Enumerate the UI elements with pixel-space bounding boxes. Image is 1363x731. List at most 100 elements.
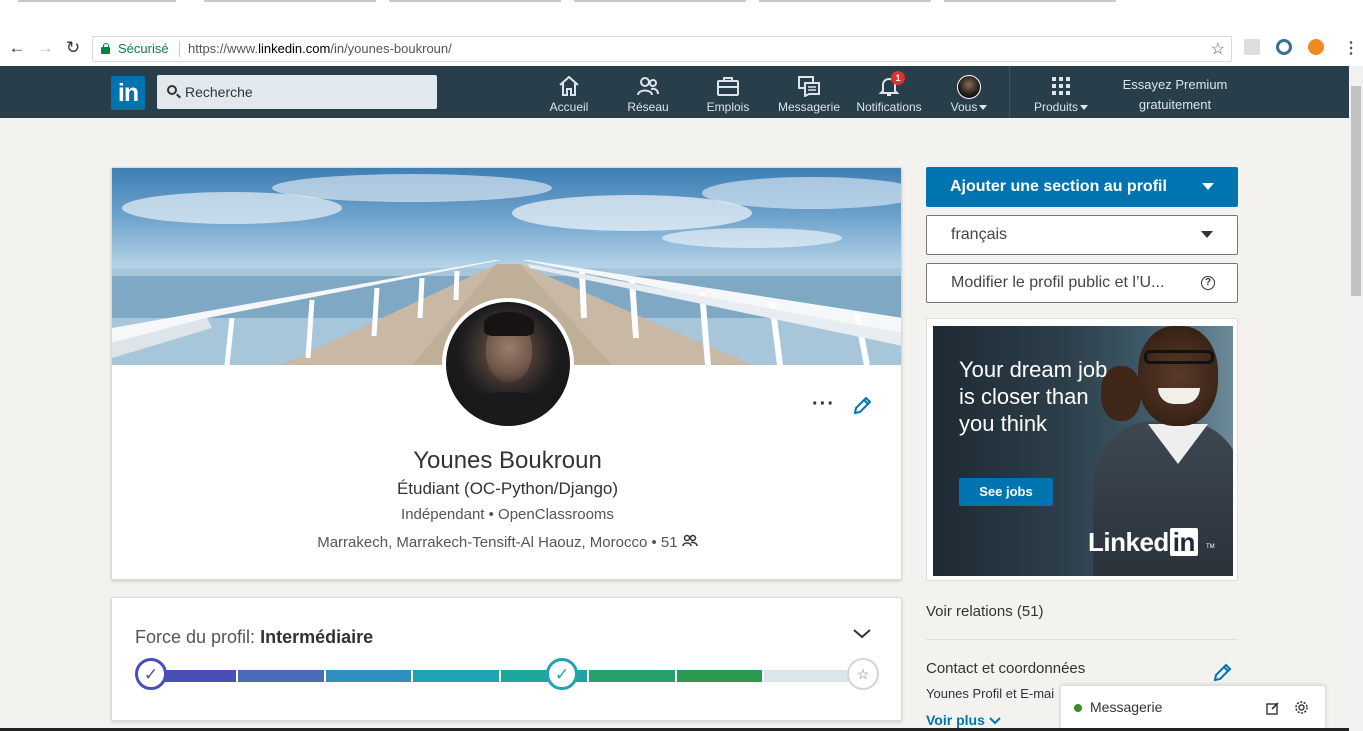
strength-meter bbox=[150, 670, 850, 682]
briefcase-icon bbox=[716, 75, 740, 97]
pdf-extension-icon[interactable] bbox=[1244, 39, 1260, 55]
url-field[interactable]: Sécurisé https://www.linkedin.com/in/you… bbox=[92, 36, 1232, 62]
strength-meter-segment bbox=[325, 670, 412, 682]
caret-down-icon bbox=[979, 105, 988, 111]
forward-arrow-icon[interactable]: → bbox=[34, 37, 56, 59]
browser-tab[interactable] bbox=[18, 0, 176, 2]
strength-title: Force du profil: Intermédiaire bbox=[135, 627, 374, 647]
search-icon bbox=[167, 85, 177, 95]
nav-label: Accueil bbox=[549, 100, 589, 114]
browser-tab[interactable] bbox=[389, 0, 561, 2]
nav-item-messaging[interactable]: Messagerie bbox=[774, 66, 844, 118]
edit-public-profile-button[interactable]: Modifier le profil public et l’U... ? bbox=[926, 263, 1238, 303]
browser-tab[interactable] bbox=[759, 0, 931, 2]
online-status-dot bbox=[1074, 704, 1082, 712]
lock-icon bbox=[101, 43, 110, 54]
nav-item-me[interactable]: Vous bbox=[942, 66, 996, 118]
strength-meter-segment bbox=[676, 670, 763, 682]
chevron-down-icon[interactable] bbox=[852, 628, 872, 640]
premium-line1: Essayez Premium bbox=[1122, 77, 1228, 92]
contact-info-title: Contact et coordonnées bbox=[926, 660, 1086, 677]
url-separator bbox=[179, 41, 180, 57]
avatar-icon bbox=[957, 75, 981, 99]
browser-tab[interactable] bbox=[944, 0, 1116, 2]
nav-label: Réseau bbox=[627, 100, 669, 114]
help-icon[interactable]: ? bbox=[1201, 276, 1215, 290]
location-text: Marrakech, Marrakech-Tensift-Al Haouz, M… bbox=[317, 534, 678, 551]
orange-extension-icon[interactable] bbox=[1308, 39, 1324, 55]
connections-icon[interactable] bbox=[682, 534, 698, 548]
premium-link[interactable]: Essayez Premium gratuitement bbox=[1110, 75, 1240, 115]
scrollbar-thumb[interactable] bbox=[1351, 86, 1361, 296]
dropdown-caret-icon bbox=[1202, 183, 1214, 190]
strength-goal-star-icon: ☆ bbox=[847, 658, 879, 690]
language-select[interactable]: français bbox=[926, 215, 1238, 255]
strength-meter-segment bbox=[764, 670, 850, 682]
browser-tab[interactable] bbox=[574, 0, 746, 2]
browser-tab[interactable] bbox=[204, 0, 376, 2]
nav-item-jobs[interactable]: Emplois bbox=[700, 66, 756, 118]
chevron-down-icon bbox=[989, 717, 1001, 725]
see-more-link[interactable]: Voir plus bbox=[926, 712, 1001, 728]
language-label: français bbox=[951, 226, 1008, 243]
messaging-bar[interactable]: Messagerie bbox=[1060, 685, 1326, 731]
strength-meter-segment bbox=[588, 670, 675, 682]
more-options-icon[interactable]: ··· bbox=[812, 393, 835, 416]
nav-label: Emplois bbox=[706, 100, 750, 114]
notification-badge: 1 bbox=[891, 71, 905, 85]
linkedin-logo[interactable]: in bbox=[111, 76, 145, 110]
url-text: https://www.linkedin.com/in/younes-boukr… bbox=[188, 41, 452, 56]
profile-name: Younes Boukroun bbox=[413, 447, 602, 474]
nav-label: Messagerie bbox=[777, 100, 841, 114]
see-jobs-button[interactable]: See jobs bbox=[959, 478, 1053, 506]
edit-pencil-icon[interactable] bbox=[852, 396, 872, 416]
add-profile-section-button[interactable]: Ajouter une section au profil bbox=[926, 167, 1238, 207]
browser-menu-icon[interactable]: ⋮ bbox=[1343, 38, 1359, 58]
eye-extension-icon[interactable] bbox=[1276, 39, 1292, 55]
page-scrollbar[interactable] bbox=[1349, 66, 1363, 731]
strength-start-check-icon: ✓ bbox=[135, 658, 167, 690]
settings-gear-icon[interactable] bbox=[1294, 700, 1309, 715]
profile-work[interactable]: Indépendant • OpenClassrooms bbox=[112, 506, 901, 523]
search-placeholder: Recherche bbox=[185, 84, 253, 100]
linkedin-nav-bar: in Recherche Accueil Réseau Emplois Mess… bbox=[0, 66, 1349, 118]
nav-item-notifications[interactable]: 1 Notifications bbox=[852, 66, 926, 118]
nav-label: Notifications bbox=[856, 100, 922, 114]
secure-label: Sécurisé bbox=[118, 41, 169, 56]
view-connections-link[interactable]: Voir relations (51) bbox=[926, 603, 1044, 620]
strength-level: Intermédiaire bbox=[260, 627, 374, 647]
ad-container: Your dream job is closer than you think … bbox=[926, 318, 1238, 581]
ad-headline: Your dream job is closer than you think bbox=[959, 357, 1108, 436]
bookmark-star-icon[interactable]: ☆ bbox=[1211, 39, 1225, 59]
trademark-label: TM bbox=[1206, 544, 1215, 550]
job-ad-banner[interactable]: Your dream job is closer than you think … bbox=[933, 326, 1233, 576]
rail-divider bbox=[926, 639, 1238, 640]
bell-icon: 1 bbox=[877, 71, 905, 97]
profile-location: Marrakech, Marrakech-Tensift-Al Haouz, M… bbox=[112, 534, 901, 551]
grid-icon bbox=[1049, 75, 1073, 97]
back-arrow-icon[interactable]: ← bbox=[6, 37, 28, 59]
compose-icon[interactable] bbox=[1266, 701, 1280, 715]
profile-top-card: ··· Younes Boukroun Étudiant (OC-Python/… bbox=[111, 167, 902, 580]
browser-address-bar: ← → ↻ Sécurisé https://www.linkedin.com/… bbox=[0, 32, 1363, 66]
dropdown-caret-icon bbox=[1201, 231, 1213, 238]
add-section-label: Ajouter une section au profil bbox=[950, 178, 1167, 195]
edit-contact-pencil-icon[interactable] bbox=[1212, 663, 1232, 683]
profile-photo[interactable] bbox=[442, 298, 574, 430]
linkedin-ad-logo: Linked in bbox=[1088, 527, 1198, 558]
network-icon bbox=[636, 75, 660, 97]
premium-line2: gratuitement bbox=[1138, 97, 1212, 112]
reload-icon[interactable]: ↻ bbox=[62, 37, 84, 59]
nav-divider bbox=[1009, 66, 1010, 118]
nav-label: Produits bbox=[1030, 100, 1092, 114]
contact-info-preview: Younes Profil et E-mai bbox=[926, 686, 1055, 701]
nav-label: Vous bbox=[942, 100, 996, 114]
search-input[interactable]: Recherche bbox=[157, 75, 437, 109]
messaging-label: Messagerie bbox=[1090, 699, 1163, 715]
caret-down-icon bbox=[1080, 105, 1089, 111]
nav-item-home[interactable]: Accueil bbox=[541, 66, 597, 118]
nav-item-network[interactable]: Réseau bbox=[620, 66, 676, 118]
profile-headline: Étudiant (OC-Python/Django) bbox=[396, 479, 619, 498]
browser-tab-strip bbox=[0, 0, 1363, 32]
nav-item-products[interactable]: Produits bbox=[1030, 66, 1092, 118]
